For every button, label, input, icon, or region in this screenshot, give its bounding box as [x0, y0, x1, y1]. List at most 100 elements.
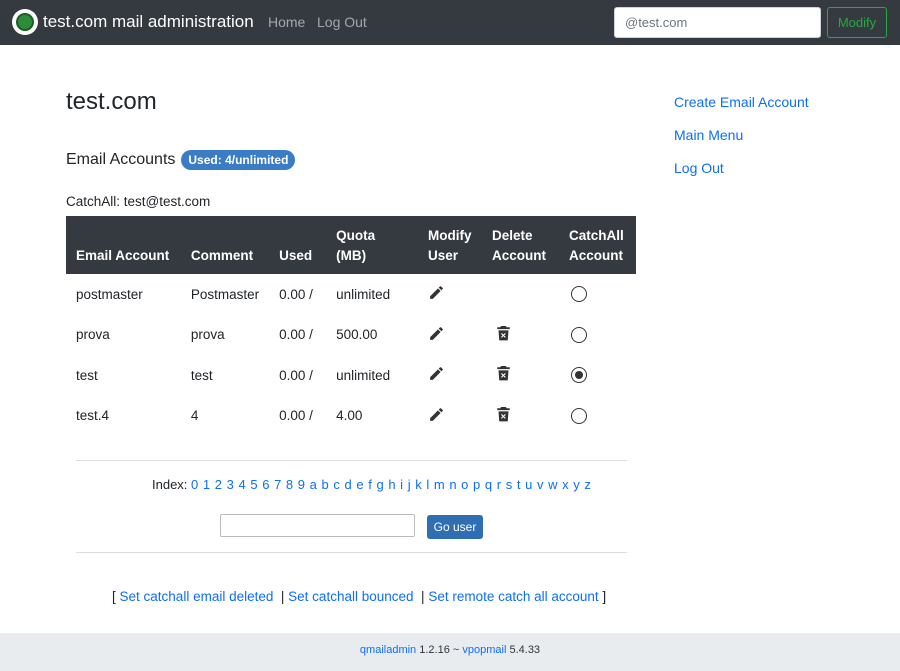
email-accounts-table: Email Account Comment Used Quota (MB) Mo…: [66, 216, 636, 436]
table-row: test.4 4 0.00 / 4.00: [66, 396, 636, 437]
catchall-options: [ Set catchall email deleted | Set catch…: [112, 589, 607, 604]
modify-button[interactable]: Modify: [827, 7, 887, 38]
edit-pencil-icon[interactable]: [428, 406, 445, 423]
delete-trash-icon[interactable]: [496, 325, 511, 342]
sidebar-logout-link[interactable]: Log Out: [674, 160, 724, 176]
user-search-input[interactable]: [614, 7, 821, 38]
cell-used: 0.00 /: [279, 408, 313, 424]
index-link[interactable]: u: [525, 477, 532, 492]
index-link[interactable]: t: [517, 477, 521, 492]
index-link[interactable]: l: [426, 477, 429, 492]
edit-pencil-icon[interactable]: [428, 325, 445, 342]
cell-quota: unlimited: [336, 367, 391, 383]
index-link[interactable]: 8: [286, 477, 293, 492]
domain-title: test.com: [66, 88, 157, 115]
set-catchall-bounced-link[interactable]: Set catchall bounced: [288, 589, 413, 604]
catchall-radio[interactable]: [570, 367, 587, 384]
index-link[interactable]: 6: [262, 477, 269, 492]
index-link[interactable]: 7: [274, 477, 281, 492]
index-link[interactable]: e: [356, 477, 363, 492]
index-link[interactable]: c: [333, 477, 340, 492]
index-link[interactable]: 4: [238, 477, 245, 492]
header-catchall-account: CatchAll Account: [558, 216, 636, 274]
index-link[interactable]: q: [485, 477, 492, 492]
usage-badge: Used: 4/unlimited: [181, 150, 296, 170]
brand-title: test.com mail administration: [43, 12, 254, 31]
catchall-radio[interactable]: [570, 286, 587, 303]
index-link[interactable]: s: [506, 477, 513, 492]
index-link[interactable]: v: [537, 477, 544, 492]
set-catchall-deleted-link[interactable]: Set catchall email deleted: [120, 589, 274, 604]
cell-used: 0.00 /: [279, 367, 313, 383]
edit-pencil-icon[interactable]: [428, 365, 445, 382]
divider: [76, 552, 627, 553]
nav-home-link[interactable]: Home: [268, 14, 305, 30]
index-link[interactable]: x: [562, 477, 569, 492]
top-navbar: test.com mail administration Home Log Ou…: [0, 0, 900, 45]
index-link[interactable]: r: [497, 477, 501, 492]
index-link[interactable]: p: [473, 477, 480, 492]
index-link[interactable]: 0: [191, 477, 198, 492]
index-link[interactable]: g: [376, 477, 383, 492]
create-email-account-link[interactable]: Create Email Account: [674, 94, 809, 110]
cell-quota: 500.00: [336, 327, 378, 343]
cell-email: test.4: [76, 408, 110, 424]
cell-comment: prova: [190, 327, 225, 343]
index-bar: Index: 0 1 2 3 4 5 6 7 8 9 a b c d e f g…: [152, 477, 592, 492]
index-link[interactable]: w: [548, 477, 557, 492]
divider: [76, 460, 627, 461]
vpopmail-version: 5.4.33: [509, 644, 541, 656]
email-accounts-label: Email Accounts: [66, 151, 176, 168]
index-link[interactable]: 1: [203, 477, 210, 492]
cell-comment: test: [190, 367, 213, 383]
set-remote-catchall-link[interactable]: Set remote catch all account: [428, 589, 598, 604]
index-link[interactable]: n: [449, 477, 456, 492]
index-link[interactable]: 3: [227, 477, 234, 492]
catchall-radio[interactable]: [570, 407, 587, 424]
main-menu-link[interactable]: Main Menu: [674, 127, 743, 143]
header-modify-user: Modify User: [418, 216, 482, 274]
delete-trash-icon[interactable]: [496, 365, 511, 382]
index-link[interactable]: b: [322, 477, 329, 492]
go-user-button[interactable]: Go user: [427, 515, 483, 539]
header-used: Used: [269, 216, 327, 274]
header-delete-account: Delete Account: [481, 216, 559, 274]
nav-logout-link[interactable]: Log Out: [317, 14, 367, 30]
index-link[interactable]: m: [434, 477, 445, 492]
cell-used: 0.00 /: [279, 327, 313, 343]
index-link[interactable]: o: [461, 477, 468, 492]
cell-email: prova: [76, 327, 110, 343]
edit-pencil-icon[interactable]: [428, 284, 445, 301]
brand[interactable]: test.com mail administration: [12, 8, 254, 36]
go-user-input[interactable]: [220, 514, 415, 537]
index-link[interactable]: 5: [250, 477, 257, 492]
index-link[interactable]: h: [388, 477, 395, 492]
table-row: prova prova 0.00 / 500.00: [66, 315, 636, 356]
index-link[interactable]: i: [400, 477, 403, 492]
vpopmail-link[interactable]: vpopmail: [462, 644, 506, 656]
footer: qmailadmin 1.2.16 ~ vpopmail 5.4.33: [0, 633, 900, 671]
cell-email: postmaster: [76, 286, 143, 302]
catchall-radio[interactable]: [570, 326, 587, 343]
index-link[interactable]: j: [408, 477, 411, 492]
index-label: Index:: [152, 477, 188, 492]
delete-trash-icon[interactable]: [496, 406, 511, 423]
qmailadmin-version: 1.2.16 ~: [419, 644, 460, 656]
index-link[interactable]: k: [415, 477, 422, 492]
table-row: test test 0.00 / unlimited: [66, 355, 636, 396]
email-accounts-heading: Email Accounts Used: 4/unlimited: [66, 150, 296, 170]
index-link[interactable]: 9: [298, 477, 305, 492]
cell-comment: Postmaster: [190, 286, 260, 302]
index-link[interactable]: a: [310, 477, 317, 492]
cell-quota: 4.00: [336, 408, 363, 424]
table-row: postmaster Postmaster 0.00 / unlimited: [66, 274, 636, 315]
qmailadmin-link[interactable]: qmailadmin: [360, 644, 416, 656]
index-link[interactable]: d: [344, 477, 351, 492]
index-link[interactable]: z: [584, 477, 591, 492]
qmail-logo-icon: [12, 9, 38, 35]
index-link[interactable]: 2: [215, 477, 222, 492]
cell-quota: unlimited: [336, 286, 391, 302]
index-link[interactable]: y: [573, 477, 580, 492]
header-email-account: Email Account: [66, 216, 181, 274]
index-link[interactable]: f: [368, 477, 372, 492]
